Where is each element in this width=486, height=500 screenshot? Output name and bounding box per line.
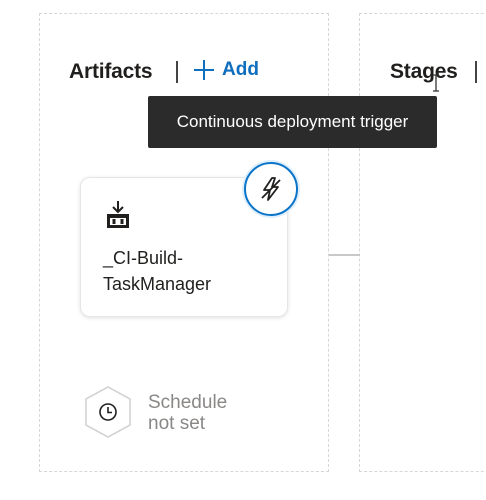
schedule-status: Schedule not set bbox=[148, 392, 227, 434]
build-artifact-icon bbox=[107, 201, 129, 228]
header-divider bbox=[176, 61, 178, 83]
lightning-trigger-icon bbox=[261, 177, 281, 201]
pipeline-connector bbox=[329, 254, 360, 256]
schedule-status-line2: not set bbox=[148, 413, 206, 434]
text-cursor-icon bbox=[433, 74, 439, 92]
stages-title: Stages bbox=[390, 60, 458, 83]
add-artifact-label: Add bbox=[222, 59, 259, 80]
schedule-trigger-button[interactable] bbox=[83, 385, 133, 439]
add-artifact-button[interactable]: Add bbox=[192, 58, 259, 82]
continuous-deployment-trigger-button[interactable] bbox=[244, 162, 298, 216]
trigger-tooltip: Continuous deployment trigger bbox=[148, 96, 437, 148]
artifacts-title: Artifacts bbox=[69, 60, 153, 83]
artifact-name[interactable]: _CI-Build-TaskManager bbox=[103, 245, 253, 297]
release-pipeline-canvas: Artifacts Add Stages Continuous deployme… bbox=[0, 0, 486, 500]
header-divider bbox=[475, 61, 477, 83]
schedule-status-line1: Schedule bbox=[148, 392, 228, 413]
plus-icon bbox=[194, 60, 214, 80]
